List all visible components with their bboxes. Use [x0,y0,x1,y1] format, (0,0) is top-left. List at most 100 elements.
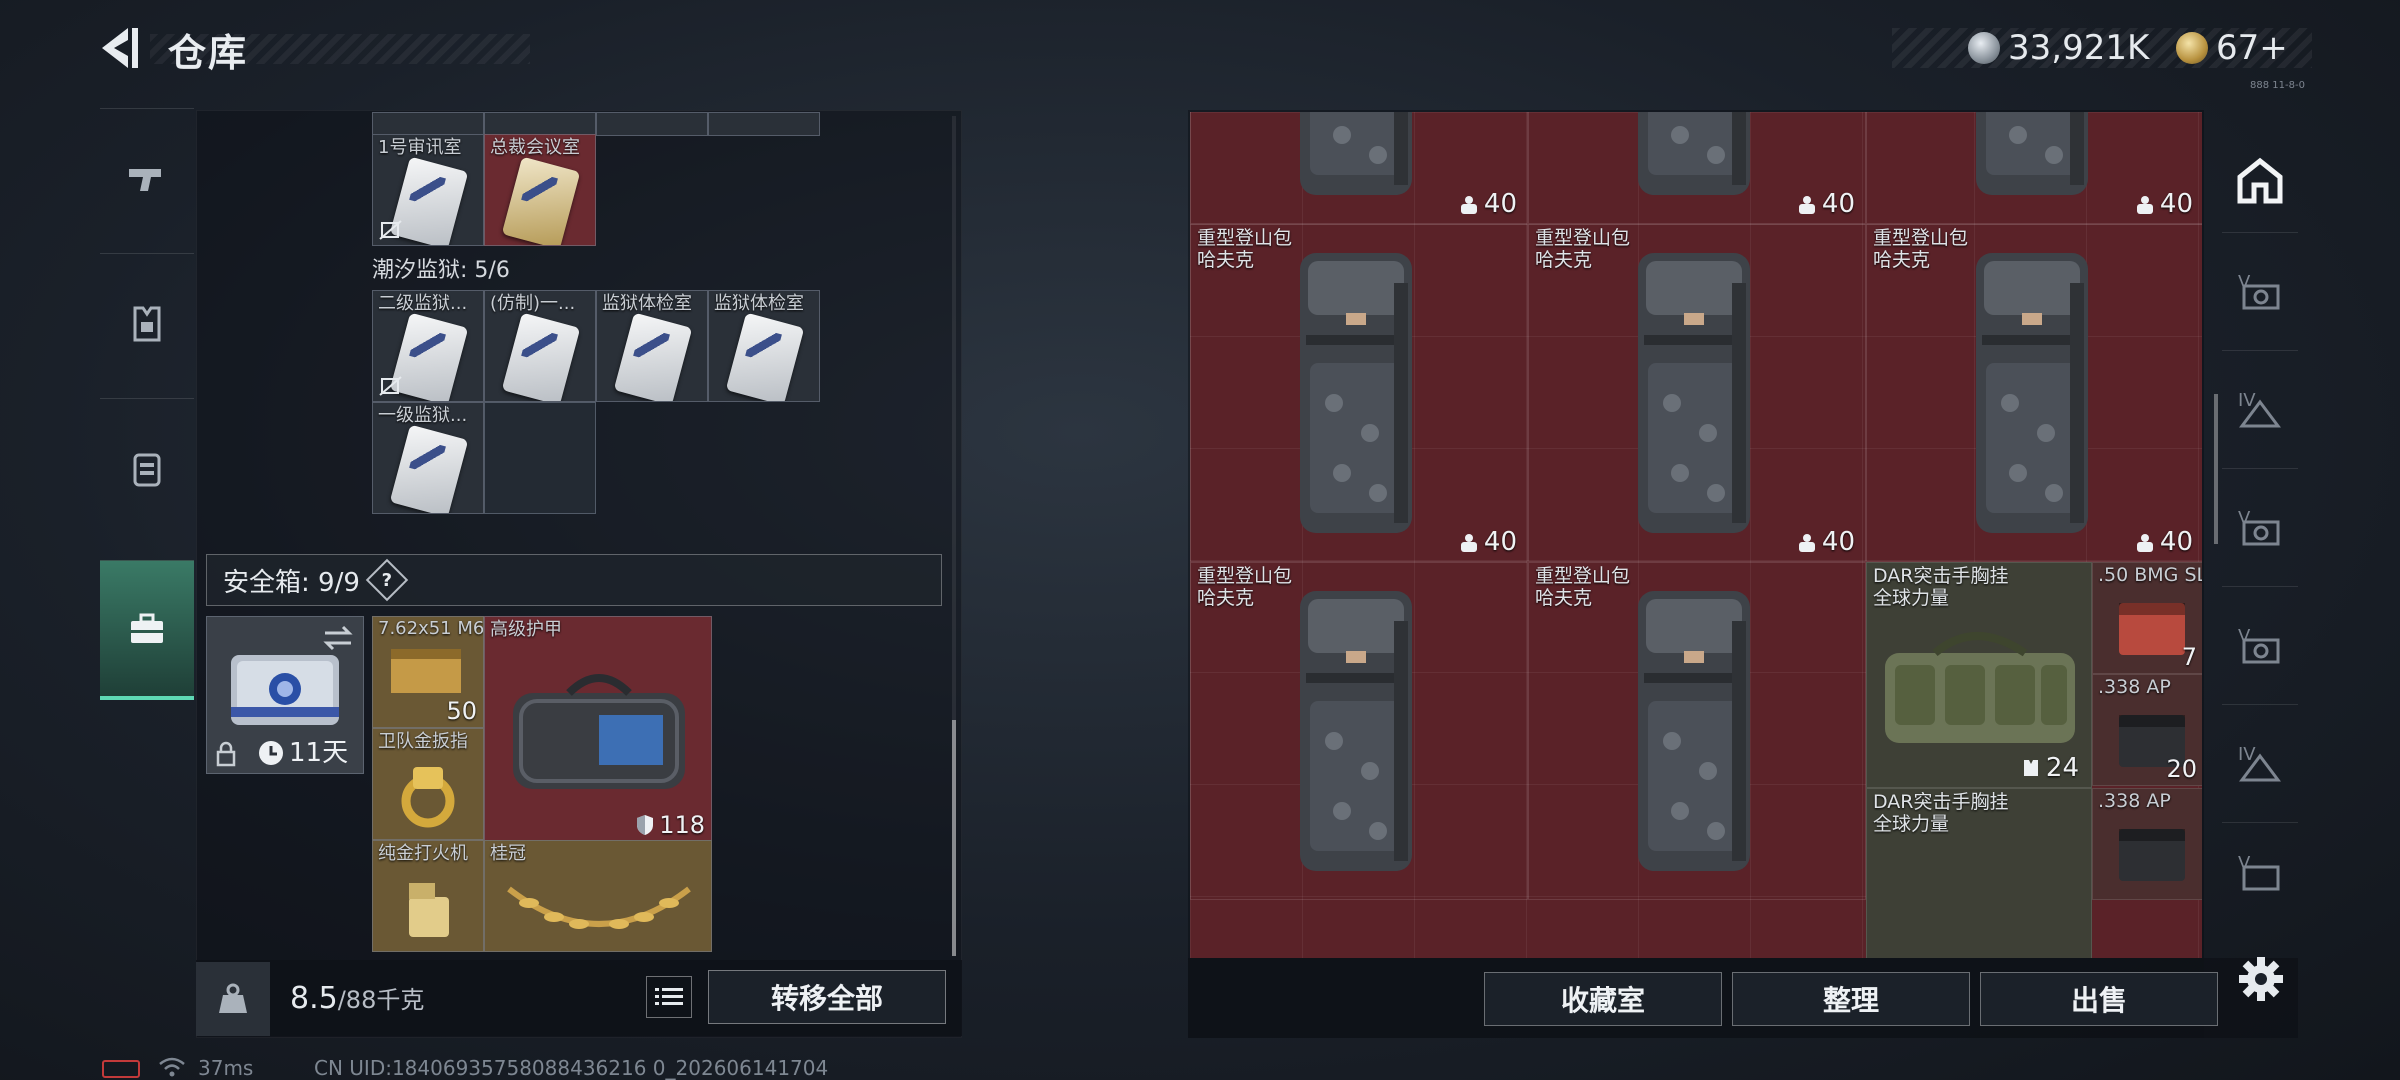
backpack-item[interactable]: 40 [1528,112,1866,224]
gold-amount: 67+ [2216,28,2288,68]
backpack-item[interactable]: 40 [1866,112,2202,224]
item-label: 重型登山包 哈夫克 [1873,227,1969,271]
sell-button[interactable]: 出售 [1980,972,2218,1026]
capacity-icon [2136,534,2153,552]
warehouse-icon [2237,157,2283,204]
transfer-all-button[interactable]: 转移全部 [708,970,946,1024]
organize-button[interactable]: 整理 [1732,972,1970,1026]
ping-readout: 37ms [198,1056,254,1080]
item-label: 重型登山包 哈夫克 [1535,227,1631,271]
battery-icon [102,1060,140,1078]
capacity-readout: 40 [1796,527,1855,557]
ammo-item[interactable]: .338 AP 20 [2092,674,2202,786]
capacity-icon [1798,534,1815,552]
gold-coin-icon [2176,32,2208,64]
backpack-image [1300,591,1412,871]
item-count: 7 [2181,643,2197,671]
capacity-readout: 40 [2134,189,2193,219]
stash-tab-4[interactable]: V [2222,586,2298,704]
stash-tab-all[interactable] [2222,122,2298,240]
armor-vest-icon [133,306,161,341]
nav-safebox-tab[interactable] [100,560,194,700]
laurel-item[interactable]: 桂冠 [484,840,712,952]
svg-text:IV: IV [2238,390,2256,411]
backpack-item[interactable]: 40 [1190,112,1528,224]
chest-rig-item[interactable]: DAR突击手胸挂 全球力量 [1866,788,2092,958]
armor-item[interactable]: 高级护甲 118 [484,616,712,842]
item-count: 50 [446,697,477,725]
capacity-readout: 40 [2134,527,2193,557]
swap-icon[interactable] [321,625,355,651]
ammo-item[interactable]: 7.62x51 M6... 50 [372,616,484,728]
item-label: 总裁会议室 [490,137,580,158]
item-label: 桂冠 [490,843,526,864]
keycard-slot[interactable] [596,112,708,136]
capacity-icon [1460,196,1477,214]
shield-icon [637,815,654,835]
safebox-container[interactable]: 11天 [206,616,364,774]
keycard-slot[interactable] [708,112,820,136]
capacity-readout: 24 [2020,753,2079,783]
back-arrow-icon[interactable] [98,24,148,72]
stash-tab-1[interactable]: V [2222,232,2298,350]
backpack-image [1300,112,1412,195]
stash-tab-2[interactable]: IV [2222,350,2298,468]
keycard-slot[interactable] [372,112,484,136]
backpack-item[interactable]: 重型登山包 哈夫克 40 [1866,224,2202,562]
lighter-item[interactable]: 纯金打火机 [372,840,484,952]
list-icon [655,988,683,1005]
weight-readout: 8.5/88千克 [290,981,425,1016]
ring-item[interactable]: 卫队金扳指 [372,728,484,840]
chest-rig-item[interactable]: DAR突击手胸挂 全球力量 24 [1866,562,2092,788]
backpack-item[interactable]: 重型登山包 哈夫克 40 [1528,224,1866,562]
safebox-header: 安全箱: 9/9 ? [206,554,942,606]
no-bind-icon [379,220,402,240]
stash-tab-6[interactable]: V [2222,822,2298,922]
keycard-item[interactable]: (仿制)一... [484,290,596,402]
category-nav [100,108,194,708]
keycard-item[interactable]: 一级监狱... [372,402,484,514]
ammo-item[interactable]: .338 AP [2092,788,2202,900]
backpack-item[interactable]: 重型登山包 哈夫克 [1528,562,1866,900]
item-label: 重型登山包 哈夫克 [1197,565,1293,609]
laurel-crown-image [507,886,691,929]
vault-tab-icon: IV [2238,744,2281,781]
collection-room-button[interactable]: 收藏室 [1484,972,1722,1026]
backpack-item[interactable]: 重型登山包 哈夫克 40 [1190,224,1528,562]
keycard-item[interactable]: 总裁会议室 [484,134,596,246]
silver-coin-icon [1968,32,2000,64]
item-label: 高级护甲 [490,619,562,640]
chest-rig-image [1885,632,2075,743]
backpack-item[interactable]: 重型登山包 哈夫克 [1190,562,1528,900]
keycard-slot[interactable] [484,112,596,136]
inventory-scroll-thumb[interactable] [952,720,956,956]
help-icon[interactable]: ? [365,558,409,602]
item-label: .50 BMG SLAP [2098,564,2202,586]
keycard-item[interactable]: 监狱体检室 [708,290,820,402]
empty-keycard-slot[interactable] [484,402,596,514]
gold-lighter-image [409,883,449,937]
nav-backpack-tab[interactable] [100,398,194,538]
armor-bag-image [513,674,685,789]
gear-icon[interactable] [2236,954,2286,1004]
backpack-icon [133,453,161,486]
keycard-image [725,312,805,401]
keycard-item[interactable]: 监狱体检室 [596,290,708,402]
keycard-item[interactable]: 二级监狱... [372,290,484,402]
stash-tab-5[interactable]: IV [2222,704,2298,822]
stash-scrollbar[interactable] [2214,394,2218,544]
nav-armor-tab[interactable] [100,253,194,393]
weight-icon-container [196,962,270,1036]
item-label: 监狱体检室 [602,293,692,314]
item-label: DAR突击手胸挂 全球力量 [1873,791,2009,835]
silver-amount: 33,921K [2008,28,2150,68]
nav-weapon-tab[interactable] [100,108,194,248]
list-view-button[interactable] [646,976,692,1018]
capacity-icon [1460,534,1477,552]
vault-tab-icon: V [2238,853,2280,890]
keycard-item[interactable]: 1号审讯室 [372,134,484,246]
ammo-item[interactable]: .50 BMG SLAP 7 [2092,562,2202,674]
stash-tab-3[interactable]: V [2222,468,2298,586]
lock-icon [216,741,236,767]
gold-currency[interactable]: 67+ [2176,28,2288,68]
